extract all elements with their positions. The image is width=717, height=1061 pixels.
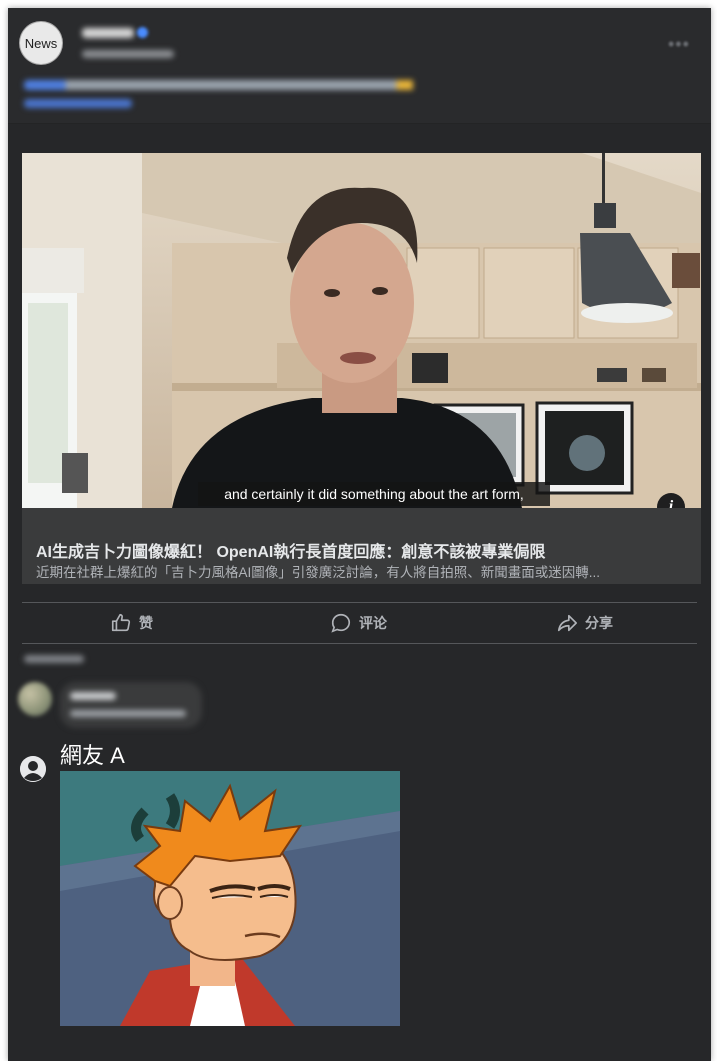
page-avatar[interactable]: News — [20, 22, 62, 64]
link-title[interactable]: AI生成吉卜力圖像爆紅！ OpenAI執行長首度回應：創意不該被專業侷限 — [36, 538, 686, 562]
share-button[interactable]: 分享 — [556, 611, 613, 635]
meme-image[interactable] — [60, 771, 400, 1026]
video-thumbnail[interactable]: and certainly it did something about the… — [22, 153, 701, 508]
commenter-avatar[interactable] — [18, 682, 52, 716]
comment-icon — [331, 613, 350, 633]
avatar-label: News — [24, 35, 58, 51]
post-timestamp-redacted[interactable] — [82, 50, 174, 58]
post-text-redacted — [24, 80, 438, 90]
comment-label: 评论 — [359, 615, 387, 631]
video-frame-image — [22, 153, 701, 508]
share-icon — [557, 614, 577, 632]
more-options-icon[interactable]: ••• — [668, 34, 690, 55]
user-icon[interactable] — [20, 756, 46, 782]
meme-illustration — [60, 771, 400, 1026]
post-link-redacted[interactable] — [24, 99, 132, 108]
comment-bubble — [60, 682, 202, 728]
verified-badge-icon — [137, 27, 148, 38]
like-button[interactable]: 赞 — [110, 611, 153, 635]
video-subtitle: and certainly it did something about the… — [198, 482, 550, 506]
share-label: 分享 — [585, 615, 613, 631]
page-name-redacted[interactable] — [82, 28, 134, 38]
commenter-name-redacted[interactable] — [70, 692, 116, 700]
like-label: 赞 — [139, 615, 153, 631]
user-avatar-graphic — [20, 756, 46, 782]
divider — [22, 602, 697, 603]
link-description: 近期在社群上爆紅的「吉卜力風格AI圖像」引發廣泛討論，有人將自拍照、新聞畫面或迷… — [36, 565, 601, 580]
comment-sort-redacted[interactable] — [24, 655, 84, 663]
divider — [22, 643, 697, 644]
commenter-name[interactable]: 網友 A — [60, 738, 125, 770]
comment-button[interactable]: 评论 — [330, 611, 387, 635]
comment-text-redacted — [70, 710, 186, 717]
thumbs-up-icon — [111, 613, 131, 632]
